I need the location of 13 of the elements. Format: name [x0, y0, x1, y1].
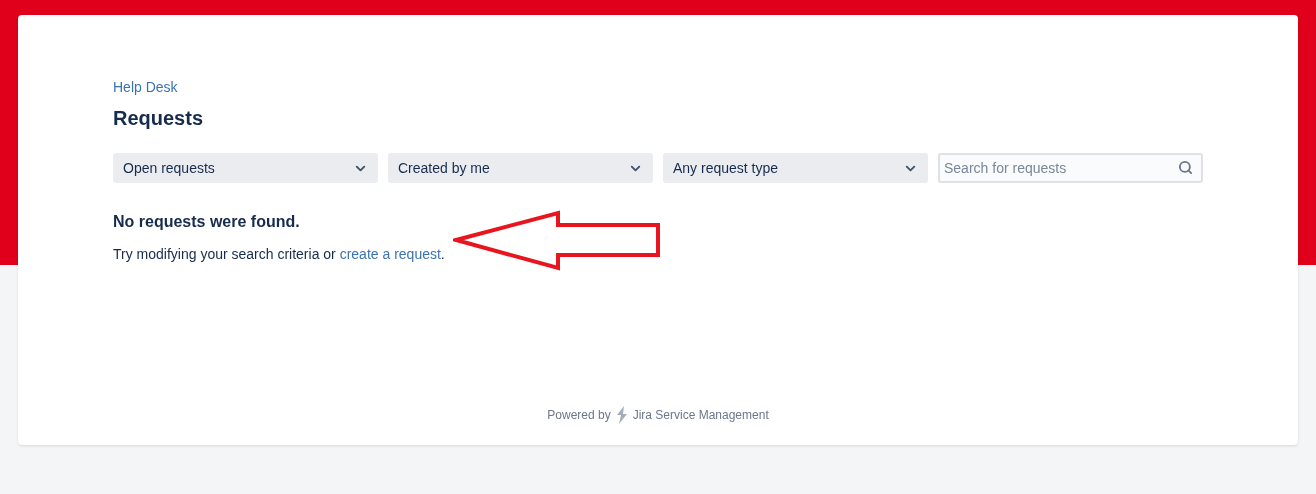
search-field[interactable]: Search for requests — [938, 153, 1203, 183]
empty-state-heading: No requests were found. — [113, 212, 300, 232]
create-request-link[interactable]: create a request — [339, 246, 441, 262]
empty-state-message: Try modifying your search criteria or create a request. — [113, 245, 445, 264]
powered-by-text: Powered by — [547, 407, 611, 424]
breadcrumb-link[interactable]: Help Desk — [113, 77, 178, 98]
filter-dropdown[interactable]: Any request type — [663, 153, 928, 183]
search-icon — [1178, 160, 1193, 175]
filter-dropdown[interactable]: Created by me — [388, 153, 653, 183]
lightning-bolt-icon — [614, 406, 629, 424]
product-name: Jira Service Management — [632, 407, 769, 424]
page-title: Requests — [113, 106, 204, 131]
filter-dropdown[interactable]: Open requests — [113, 153, 378, 183]
